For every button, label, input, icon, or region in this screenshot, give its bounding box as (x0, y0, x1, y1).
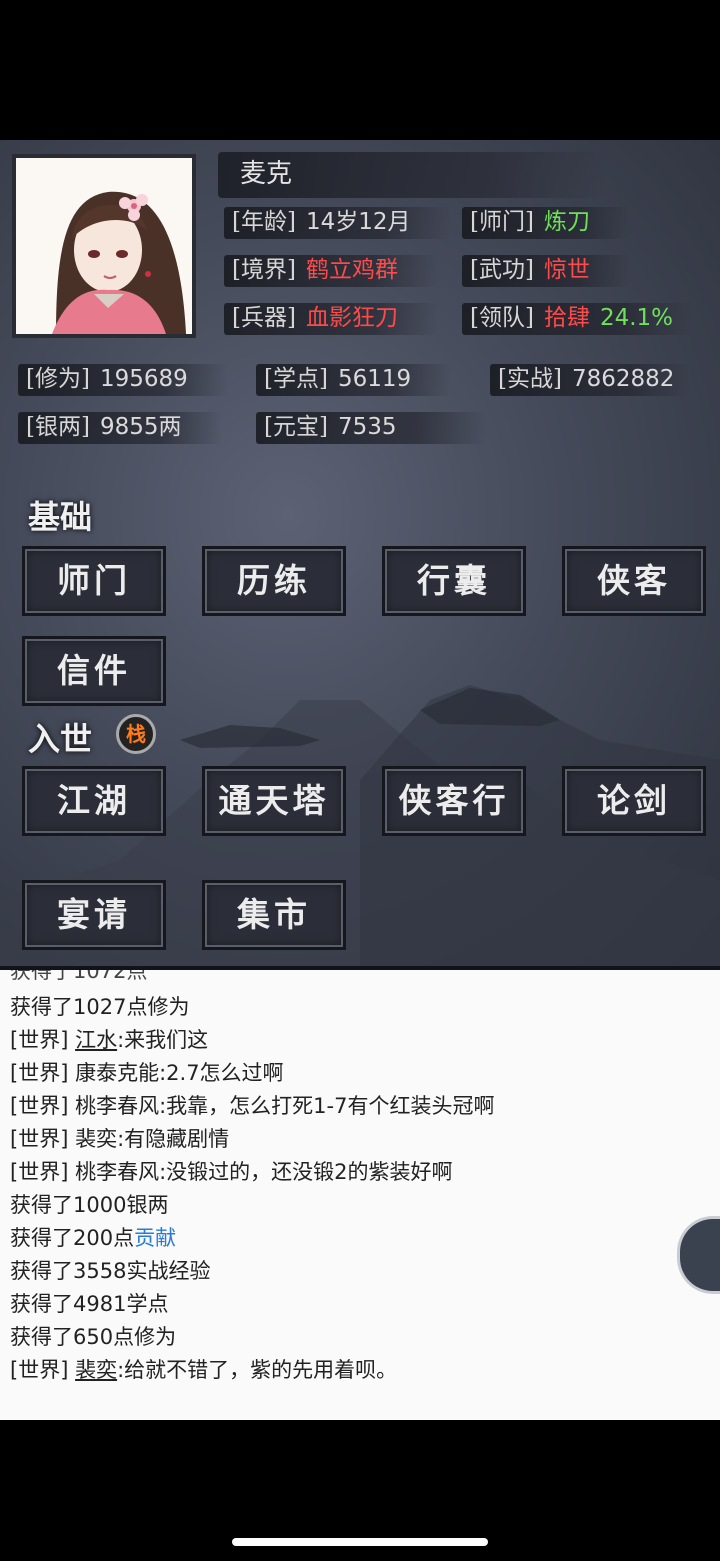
attr-martial: [武功] 惊世 (462, 253, 630, 287)
attr-sect: [师门] 炼刀 (462, 205, 630, 239)
avatar[interactable] (12, 154, 196, 338)
hero-journey-button[interactable]: 侠客行 (382, 766, 526, 836)
chat-log[interactable]: 获得了1072点 获得了1027点修为 [世界] 江水:来我们这 [世界] 康泰… (0, 970, 720, 1420)
status-bar-area (0, 0, 720, 140)
attr-age: [年龄] 14岁12月 (224, 205, 451, 239)
character-name: 麦克 (240, 159, 293, 189)
chat-user-link[interactable]: 江水 (75, 1028, 117, 1052)
sect-value: 炼刀 (543, 209, 590, 235)
character-panel: 麦克 [年龄] 14岁12月 [师门] 炼刀 [境界] 鹤立鸡群 [武功] 惊世 [兵器… (0, 140, 720, 970)
character-portrait-icon (16, 158, 192, 334)
tower-button[interactable]: 通天塔 (202, 766, 346, 836)
banquet-button[interactable]: 宴请 (22, 880, 166, 950)
home-indicator[interactable] (232, 1538, 488, 1546)
chat-line: [世界] 江水:来我们这 (10, 1028, 209, 1052)
mail-button[interactable]: 信件 (22, 636, 166, 706)
chat-line: 获得了3558实战经验 (10, 1259, 211, 1283)
sect-button[interactable]: 师门 (22, 546, 166, 616)
stat-study-points: [学点] 56119 (256, 362, 452, 396)
inventory-button[interactable]: 行囊 (382, 546, 526, 616)
chat-line: 获得了4981学点 (10, 1292, 169, 1316)
chat-line: 获得了200点贡献 (10, 1226, 177, 1250)
chat-user[interactable]: 桃李春风 (75, 1094, 159, 1118)
chat-user[interactable]: 桃李春风 (75, 1160, 159, 1184)
chat-user[interactable]: 裴奕 (75, 1127, 117, 1151)
stat-cultivation: [修为] 195689 (18, 362, 228, 396)
leader-value: 拾肆 (543, 305, 590, 331)
leader-percent: 24.1% (599, 305, 674, 331)
section-world-title: 入世 (28, 720, 93, 758)
chat-line: [世界] 裴奕:有隐藏剧情 (10, 1127, 230, 1151)
chat-user[interactable]: 康泰克能 (75, 1061, 159, 1085)
section-basic-title: 基础 (28, 498, 93, 536)
jianghu-button[interactable]: 江湖 (22, 766, 166, 836)
weapon-value: 血影狂刀 (305, 305, 398, 331)
chat-line: [世界] 裴奕:给就不错了，紫的先用着呗。 (10, 1358, 398, 1382)
chat-user-link[interactable]: 裴奕 (75, 1358, 117, 1382)
chat-line: 获得了1000银两 (10, 1193, 169, 1217)
duel-button[interactable]: 论剑 (562, 766, 706, 836)
chat-line: [世界] 桃李春风:没锻过的，还没锻2的紫装好啊 (10, 1160, 453, 1184)
stat-ingot: [元宝] 7535 (256, 410, 487, 444)
chat-line: 获得了650点修为 (10, 1325, 177, 1349)
age-value: 14岁12月 (305, 209, 411, 235)
attr-weapon: [兵器] 血影狂刀 (224, 301, 438, 335)
attr-leader: [领队] 拾肆 24.1% (462, 301, 694, 335)
market-button[interactable]: 集市 (202, 880, 346, 950)
inn-badge-icon[interactable]: 栈 (116, 714, 156, 754)
training-button[interactable]: 历练 (202, 546, 346, 616)
stat-silver: [银两] 9855两 (18, 410, 222, 444)
chat-line-cut: 获得了1072点 (10, 970, 148, 983)
martial-value: 惊世 (543, 257, 590, 283)
attr-realm: [境界] 鹤立鸡群 (224, 253, 438, 287)
realm-value: 鹤立鸡群 (305, 257, 398, 283)
chat-line: [世界] 康泰克能:2.7怎么过啊 (10, 1061, 284, 1085)
contribution-link[interactable]: 贡献 (134, 1226, 176, 1250)
chat-line: 获得了1027点修为 (10, 995, 190, 1019)
stat-combat: [实战] 7862882 (490, 362, 691, 396)
heroes-button[interactable]: 侠客 (562, 546, 706, 616)
chat-line: [世界] 桃李春风:我靠，怎么打死1-7有个红装头冠啊 (10, 1094, 495, 1118)
